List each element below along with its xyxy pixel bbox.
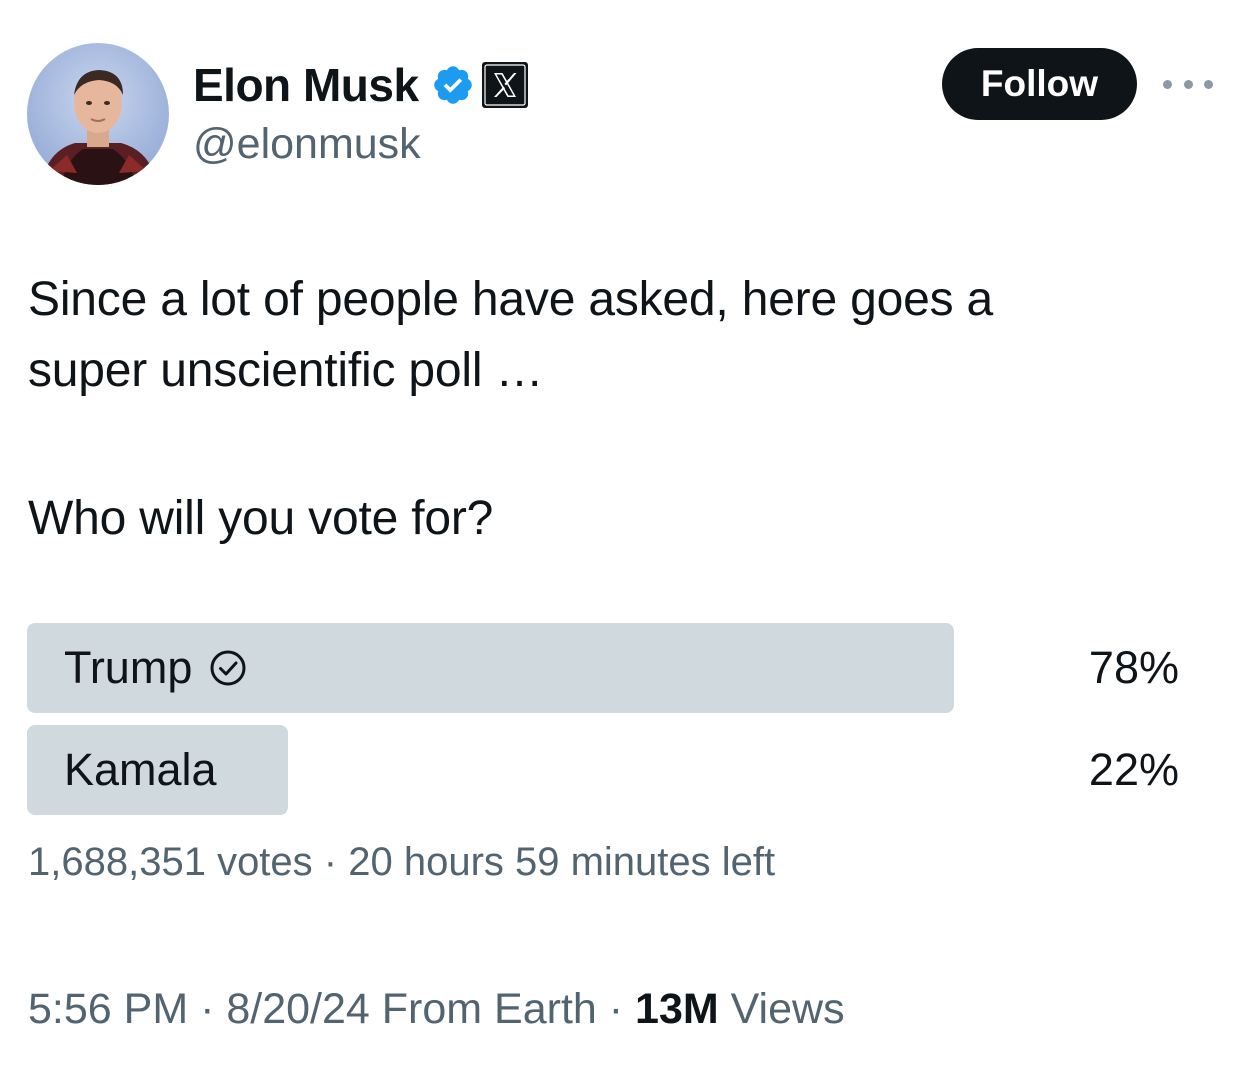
poll-option-kamala[interactable]: Kamala 22% [27,725,1187,815]
poll-option-percent: 22% [1088,744,1179,795]
tweet-text-line: Since a lot of people have asked, here g… [28,273,994,326]
poll-meta: 1,688,351 votes · 20 hours 59 minutes le… [28,840,775,885]
tweet-text-line: super unscientific poll … [28,344,544,397]
author-display-name[interactable]: Elon Musk [193,58,419,112]
x-logo-icon[interactable] [481,61,529,109]
more-dot [1204,79,1213,89]
poll-vote-count: 1,688,351 votes [28,840,313,884]
poll-option-trump[interactable]: Trump 78% [27,623,1187,713]
views-label: Views [730,985,845,1033]
poll-time-left: 20 hours 59 minutes left [348,840,776,884]
poll-option-label: Kamala [64,725,217,815]
tweet-time[interactable]: 5:56 PM [28,985,188,1033]
more-dot [1163,79,1172,89]
more-options-icon[interactable] [1163,70,1213,98]
selected-check-icon [210,650,246,686]
tweet-source: From Earth [381,985,597,1033]
tweet-question: Who will you vote for? [28,492,494,545]
verified-badge-icon[interactable] [431,63,475,107]
poll-option-name: Kamala [64,744,217,795]
views-count[interactable]: 13M [635,985,719,1033]
poll-option-label: Trump [64,623,248,713]
author-handle[interactable]: @elonmusk [193,120,421,169]
avatar[interactable] [27,43,169,185]
separator: · [188,985,227,1033]
tweet-timestamp-row: 5:56 PM · 8/20/24 From Earth · 13M Views [28,985,845,1034]
more-dot [1183,79,1193,89]
poll-option-percent: 78% [1088,642,1179,693]
follow-button[interactable]: Follow [942,48,1137,120]
separator: · [596,985,636,1033]
author-name-row: Elon Musk [193,56,529,114]
poll-option-name: Trump [64,642,193,693]
tweet-date[interactable]: 8/20/24 [226,985,369,1033]
separator: · [312,840,349,884]
profile-photo [27,43,169,185]
